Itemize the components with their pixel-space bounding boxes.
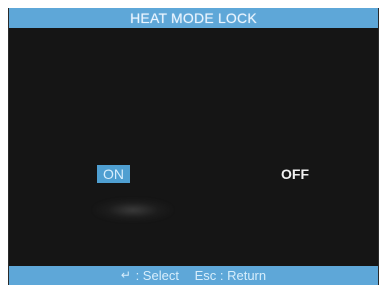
option-off-label: OFF xyxy=(281,166,309,182)
footer-select-text: : Select xyxy=(135,268,179,283)
title-bar: HEAT MODE LOCK xyxy=(9,8,378,28)
page-title: HEAT MODE LOCK xyxy=(130,10,257,26)
footer-return-text: : Return xyxy=(219,268,267,283)
device-screen: HEAT MODE LOCK ON OFF ↵ : Select Esc : R… xyxy=(8,8,379,285)
content-area: ON OFF xyxy=(9,28,378,266)
footer-bar: ↵ : Select Esc : Return xyxy=(9,266,378,285)
option-off[interactable]: OFF xyxy=(281,165,309,183)
footer-return-hint: Esc : Return xyxy=(195,266,267,285)
enter-icon: ↵ xyxy=(120,268,131,282)
footer-return-key: Esc xyxy=(194,268,217,283)
blurred-artifact xyxy=(93,198,173,222)
footer-select-hint: ↵ : Select xyxy=(121,266,179,285)
option-on[interactable]: ON xyxy=(97,165,130,183)
option-on-label: ON xyxy=(103,166,124,182)
